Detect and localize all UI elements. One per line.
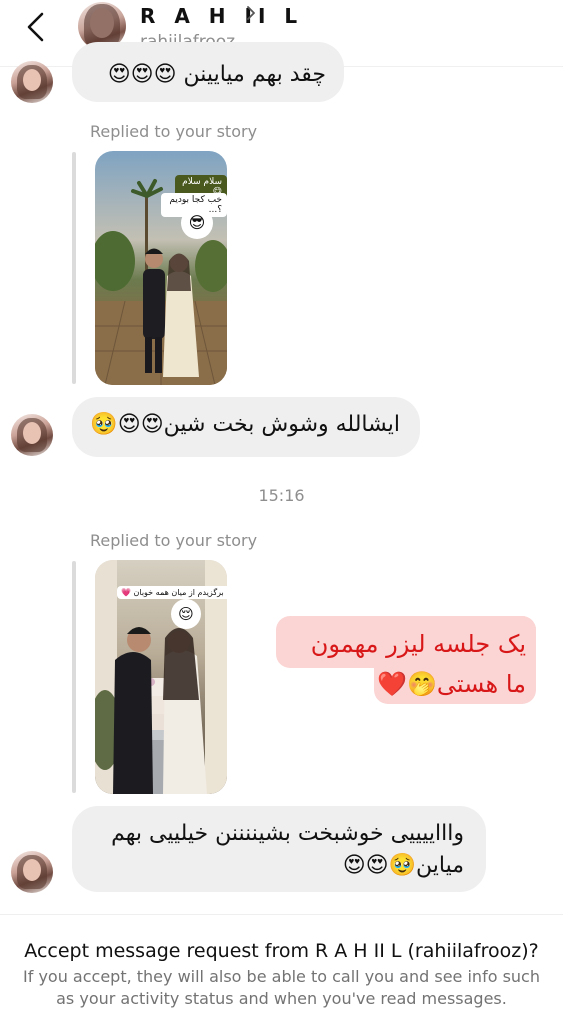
- story-emoji-sticker: 😌: [171, 599, 201, 629]
- timestamp: 15:16: [258, 486, 305, 505]
- message-text: ایشالله وشوش بخت شین😍😍🥹: [90, 412, 400, 437]
- back-arrow-icon[interactable]: [22, 12, 52, 42]
- accept-request-title: Accept message request from R A H II L (…: [24, 940, 539, 962]
- sender-avatar[interactable]: [11, 61, 53, 103]
- sent-message-text: یک جلسه لیزر مهمون ما هستی🤭❤️: [310, 630, 526, 698]
- footer-divider: [0, 914, 563, 915]
- chevron-right-icon[interactable]: [245, 6, 257, 20]
- message-bubble[interactable]: ایشالله وشوش بخت شین😍😍🥹: [72, 397, 420, 457]
- message-bubble[interactable]: واااییییی خوشبخت بشیننننن خیلییی بهم میا…: [72, 806, 486, 892]
- message-text: واااییییی خوشبخت بشیننننن خیلییی بهم میا…: [111, 821, 464, 878]
- reply-divider: [72, 561, 76, 793]
- sender-avatar[interactable]: [11, 414, 53, 456]
- message-text: چقد بهم میایینن 😍😍😍: [107, 62, 326, 87]
- sender-avatar[interactable]: [11, 851, 53, 893]
- replied-to-story-label: Replied to your story: [90, 531, 258, 550]
- story-sticker: تو را برگزیدم از میان همه خوبان 💗: [117, 586, 227, 599]
- accept-request-description: If you accept, they will also be able to…: [23, 967, 540, 1008]
- story-thumbnail[interactable]: سلام سلام 😋 خب کجا بودیم ؟... 😎: [95, 151, 227, 385]
- story-emoji-sticker: 😎: [181, 207, 213, 239]
- profile-name[interactable]: R A H II L: [140, 4, 303, 28]
- message-bubble[interactable]: چقد بهم میایینن 😍😍😍: [72, 42, 344, 102]
- replied-to-story-label: Replied to your story: [90, 122, 258, 141]
- reply-divider: [72, 152, 76, 384]
- story-thumbnail[interactable]: تو را برگزیدم از میان همه خوبان 💗 😌: [95, 560, 227, 794]
